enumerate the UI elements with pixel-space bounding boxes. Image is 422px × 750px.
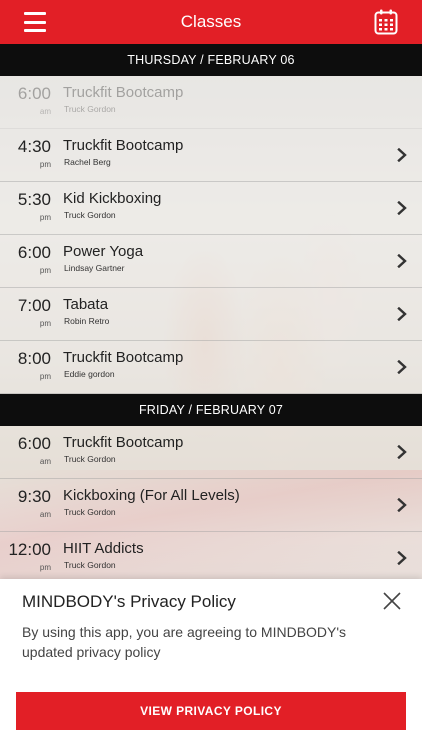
class-ampm: pm [39, 266, 51, 275]
class-time: 6:00 [17, 243, 51, 262]
chevron-right-icon[interactable] [397, 148, 407, 162]
class-instructor: Truck Gordon [64, 454, 116, 464]
chevron-right-icon[interactable] [397, 201, 407, 215]
privacy-title: MINDBODY's Privacy Policy [22, 592, 236, 611]
class-instructor: Truck Gordon [64, 560, 116, 570]
class-schedule-list: THURSDAY / FEBRUARY 06 6:00 am Truckfit Boo… [0, 44, 422, 585]
app-header: Classes [0, 0, 422, 44]
class-ampm: pm [39, 319, 51, 328]
hamburger-menu-icon[interactable] [24, 12, 46, 32]
class-time: 4:30 [17, 137, 51, 156]
day-header: FRIDAY / FEBRUARY 07 [0, 394, 422, 426]
class-name: HIIT Addicts [63, 540, 144, 557]
day-header: THURSDAY / FEBRUARY 06 [0, 44, 422, 76]
class-instructor: Robin Retro [64, 316, 110, 326]
class-row[interactable]: 7:00 pm Tabata Robin Retro [0, 288, 422, 341]
class-name: Power Yoga [63, 243, 144, 260]
class-name: Kickboxing (For All Levels) [63, 487, 240, 504]
class-row[interactable]: 6:00 am Truckfit Bootcamp Truck Gordon [0, 426, 422, 479]
class-name: Truckfit Bootcamp [63, 349, 184, 366]
class-time: 9:30 [17, 487, 51, 506]
class-instructor: Truck Gordon [64, 210, 116, 220]
class-ampm: am [39, 510, 51, 519]
chevron-right-icon[interactable] [397, 498, 407, 512]
view-privacy-policy-button[interactable]: VIEW PRIVACY POLICY [16, 692, 406, 730]
class-row[interactable]: 9:30 am Kickboxing (For All Levels) Truck … [0, 479, 422, 532]
class-row[interactable]: 8:00 pm Truckfit Bootcamp Eddie gordon [0, 341, 422, 394]
class-name: Kid Kickboxing [63, 190, 162, 207]
class-ampm: pm [39, 160, 51, 169]
class-instructor: Lindsay Gartner [64, 263, 125, 273]
class-ampm: am [39, 457, 51, 466]
class-time: 5:30 [17, 190, 51, 209]
class-time: 6:00 [17, 434, 51, 453]
class-ampm: pm [39, 372, 51, 381]
class-time: 8:00 [17, 349, 51, 368]
class-instructor: Eddie gordon [64, 369, 115, 379]
class-name: Truckfit Bootcamp [63, 434, 184, 451]
class-ampm: pm [39, 213, 51, 222]
class-row[interactable]: 6:00 am Truckfit Bootcamp Truck Gordon [0, 76, 422, 129]
privacy-policy-banner: MINDBODY's Privacy Policy By using this … [0, 579, 422, 750]
chevron-right-icon[interactable] [397, 360, 407, 374]
class-ampm: am [39, 107, 51, 116]
class-name: Tabata [63, 296, 109, 313]
class-name: Truckfit Bootcamp [63, 137, 184, 154]
class-time: 7:00 [17, 296, 51, 315]
calendar-icon[interactable] [374, 9, 398, 35]
class-time: 12:00 [8, 540, 51, 559]
class-time: 6:00 [17, 84, 51, 103]
privacy-body: By using this app, you are agreeing to M… [22, 624, 347, 660]
class-row[interactable]: 4:30 pm Truckfit Bootcamp Rachel Berg [0, 129, 422, 182]
page-title: Classes [180, 12, 242, 31]
chevron-right-icon[interactable] [397, 551, 407, 565]
chevron-right-icon[interactable] [397, 254, 407, 268]
class-instructor: Rachel Berg [64, 157, 111, 167]
class-name: Truckfit Bootcamp [63, 84, 184, 101]
chevron-right-icon[interactable] [397, 307, 407, 321]
class-ampm: pm [39, 563, 51, 572]
class-row[interactable]: 12:00 pm HIIT Addicts Truck Gordon [0, 532, 422, 585]
class-instructor: Truck Gordon [64, 507, 116, 517]
class-instructor: Truck Gordon [64, 104, 116, 114]
class-row[interactable]: 6:00 pm Power Yoga Lindsay Gartner [0, 235, 422, 288]
close-icon[interactable] [383, 592, 401, 610]
class-row[interactable]: 5:30 pm Kid Kickboxing Truck Gordon [0, 182, 422, 235]
chevron-right-icon[interactable] [397, 445, 407, 459]
